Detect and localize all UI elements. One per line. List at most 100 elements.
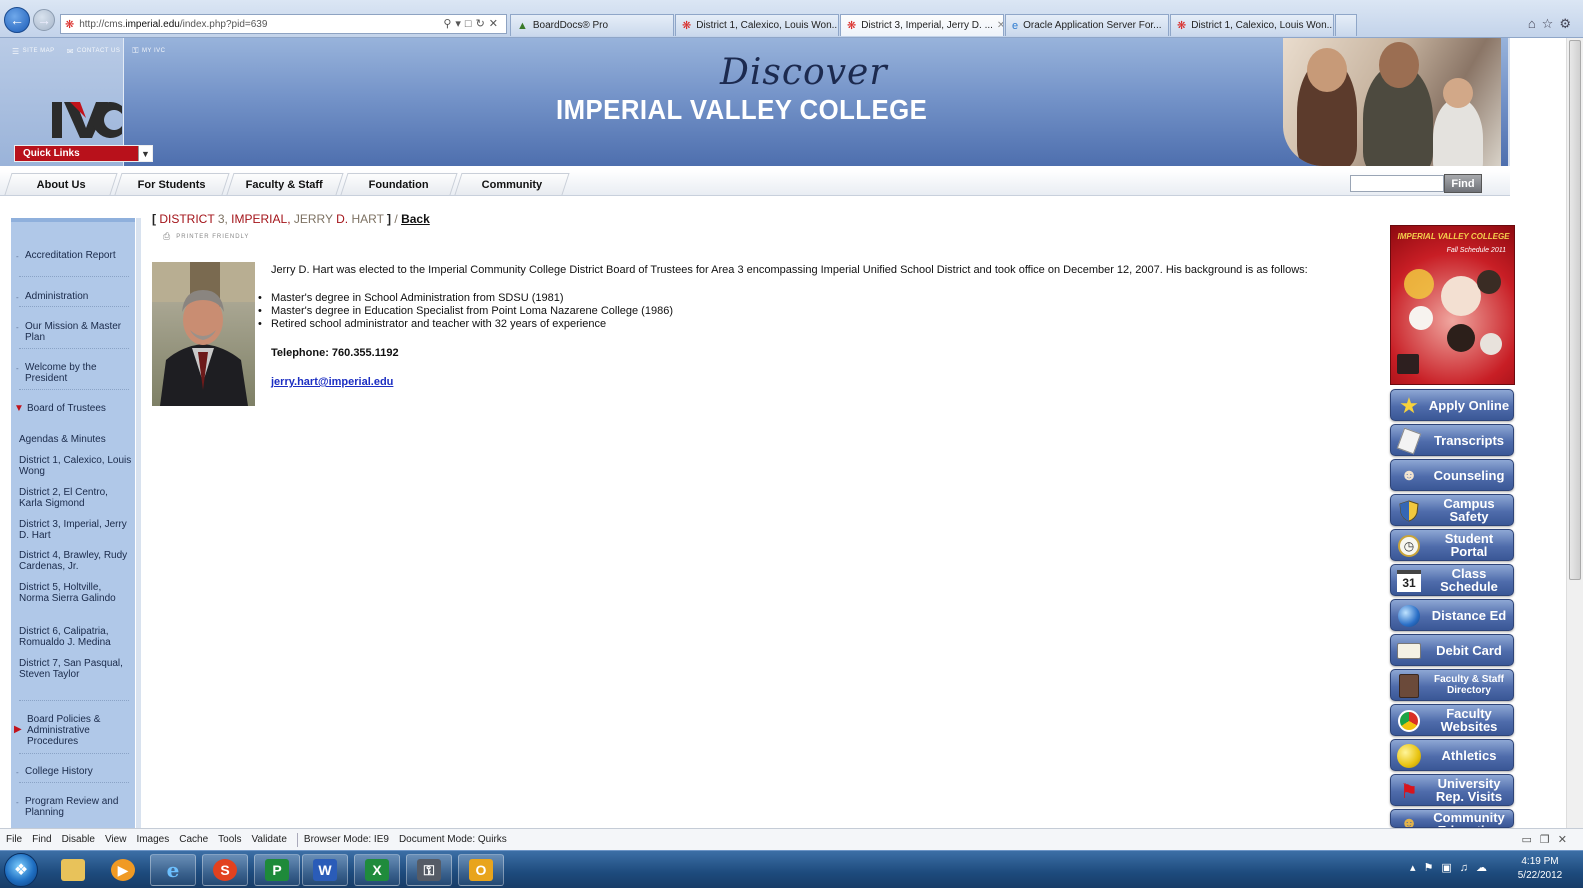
outlook-icon[interactable]: O [458,854,504,886]
email-link[interactable]: jerry.hart@imperial.edu [271,376,393,388]
tab-community[interactable]: Community [454,173,570,195]
divider [19,753,129,754]
site-favicon-icon: ❋ [682,20,692,32]
distance-ed-button[interactable]: Distance Ed [1390,599,1514,631]
search-input[interactable] [1350,175,1444,192]
globe-icon [1397,604,1421,628]
tab-for-students[interactable]: For Students [114,173,230,195]
windows-taskbar: ❖ ▶ e S P W X ⚿ O ▴⚑▣♫☁ 4:19 PM 5/22/201… [0,850,1583,888]
system-tray-icons[interactable]: ▴⚑▣♫☁ [1410,861,1495,874]
divider [19,276,129,277]
debit-card-button[interactable]: Debit Card [1390,634,1514,666]
fall-schedule-cover[interactable]: IMPERIAL VALLEY COLLEGE Fall Schedule 20… [1390,225,1515,385]
address-prefix: http://cms. [79,18,126,30]
tab-faculty-staff[interactable]: Faculty & Staff [226,173,344,195]
media-player-icon[interactable]: ▶ [100,854,146,886]
snagit-icon[interactable]: S [202,854,248,886]
lock-app-icon[interactable]: ⚿ [406,854,452,886]
credentials-list: Master's degree in School Administration… [258,292,673,331]
telephone: Telephone: 760.355.1192 [271,347,399,359]
devbar-menu-cache[interactable]: Cache [179,834,208,845]
devbar-menu-view[interactable]: View [105,834,127,845]
triangle-down-icon: ▼ [14,403,24,414]
document-mode-menu[interactable]: Document Mode: Quirks [399,834,507,845]
devbar-menu-disable[interactable]: Disable [62,834,95,845]
quick-links-select[interactable]: Quick Links ▼ [14,145,153,162]
web-page: ☰ SITE MAP ✉ CONTACT US ⚿ MY IVC Quick Link… [0,38,1566,828]
dash-icon: - [16,323,19,332]
find-button[interactable]: Find [1444,174,1482,193]
developer-toolbar: File Find Disable View Images Cache Tool… [0,828,1583,850]
address-tools-icon[interactable]: ⚲▾□↻✕ [443,17,502,30]
faculty-staff-directory-button[interactable]: Faculty & Staff Directory [1390,669,1514,701]
divider [19,306,129,307]
tab-about-us[interactable]: About Us [4,173,118,195]
printer-friendly-link[interactable]: ⎙ PRINTER FRIENDLY [163,231,249,242]
devbar-menu-tools[interactable]: Tools [218,834,241,845]
taskbar-clock[interactable]: 4:19 PM 5/22/2012 [1510,855,1570,883]
window-controls-icon[interactable]: ▭❐✕ [1522,833,1575,846]
student-portal-button[interactable]: ◷ Student Portal [1390,529,1514,561]
campus-safety-button[interactable]: Campus Safety [1390,494,1514,526]
divider [296,832,298,847]
address-bar[interactable]: ❋ http://cms. imperial.edu/index.php?pid=… [60,14,507,34]
devbar-menu-validate[interactable]: Validate [252,834,287,845]
publisher-icon[interactable]: P [254,854,300,886]
star-icon: ★ [1399,393,1419,418]
key-icon: ⚿ [132,46,139,55]
sidebar: - Accreditation Report - Administration -O… [11,218,135,828]
browser-tab-active[interactable]: ❋ District 3, Imperial, Jerry D. ... ✕ [840,14,1004,36]
page-scrollbar[interactable] [1566,38,1583,828]
back-link[interactable]: Back [401,212,430,226]
close-icon[interactable]: ✕ [993,20,1003,31]
athletics-button[interactable]: Athletics [1390,739,1514,771]
browser-tab[interactable]: e Oracle Application Server For... [1005,14,1169,36]
discover-wordmark: Discover [720,52,888,93]
word-icon[interactable]: W [302,854,348,886]
home-star-gear-icon[interactable]: ⌂☆⚙ [1528,16,1577,32]
forward-arrow-icon[interactable]: → [33,9,55,31]
transcripts-button[interactable]: Transcripts [1390,424,1514,456]
apply-online-button[interactable]: ★ Apply Online [1390,389,1514,421]
site-favicon-icon: ❋ [65,18,75,31]
address-suffix: /index.php?pid=639 [179,18,268,30]
new-tab-button[interactable] [1335,14,1357,36]
counseling-button[interactable]: ☻ Counseling [1390,459,1514,491]
class-schedule-button[interactable]: 31 Class Schedule [1390,564,1514,596]
community-education-button[interactable]: ☻ Community Education [1390,809,1514,828]
book-icon [1397,674,1421,698]
excel-icon[interactable]: X [354,854,400,886]
sidebar-edge [136,218,141,828]
contact-us-link[interactable]: ✉ CONTACT US [67,46,121,56]
university-rep-visits-button[interactable]: ⚑ University Rep. Visits [1390,774,1514,806]
divider [19,348,129,349]
devbar-menu-file[interactable]: File [6,834,22,845]
faculty-websites-button[interactable]: Faculty Websites [1390,704,1514,736]
chevron-down-icon[interactable]: ▼ [138,146,152,161]
dash-icon: - [16,364,19,373]
browser-tab[interactable]: ❋ District 1, Calexico, Louis Won... [675,14,839,36]
internet-explorer-icon[interactable]: e [150,854,196,886]
devbar-menu-images[interactable]: Images [136,834,169,845]
start-button-icon[interactable]: ❖ [4,853,38,887]
cover-collage-icon [1397,269,1502,374]
my-ivc-link[interactable]: ⚿ MY IVC [132,46,165,56]
card-icon [1397,639,1421,663]
shield-icon [1397,499,1421,523]
ivc-logo-icon[interactable] [50,98,124,142]
ball-icon [1397,744,1421,768]
back-arrow-icon[interactable]: ← [4,7,30,33]
tab-label: District 1, Calexico, Louis Won... [696,20,839,31]
browser-mode-menu[interactable]: Browser Mode: IE9 [304,834,389,845]
browser-tab[interactable]: ▲ BoardDocs® Pro [510,14,674,36]
site-map-link[interactable]: ☰ SITE MAP [12,46,55,56]
calendar-icon: 31 [1397,569,1421,593]
browser-tab[interactable]: ❋ District 1, Calexico, Louis Won... [1170,14,1334,36]
scroll-thumb[interactable] [1569,40,1581,580]
explorer-folder-icon[interactable] [50,854,96,886]
tab-label: District 1, Calexico, Louis Won... [1191,20,1334,31]
tab-foundation[interactable]: Foundation [340,173,458,195]
site-favicon-icon: ❋ [847,20,857,32]
devbar-menu-find[interactable]: Find [32,834,51,845]
breadcrumb: [ DISTRICT 3, IMPERIAL, JERRY D. HART ] … [152,212,430,226]
